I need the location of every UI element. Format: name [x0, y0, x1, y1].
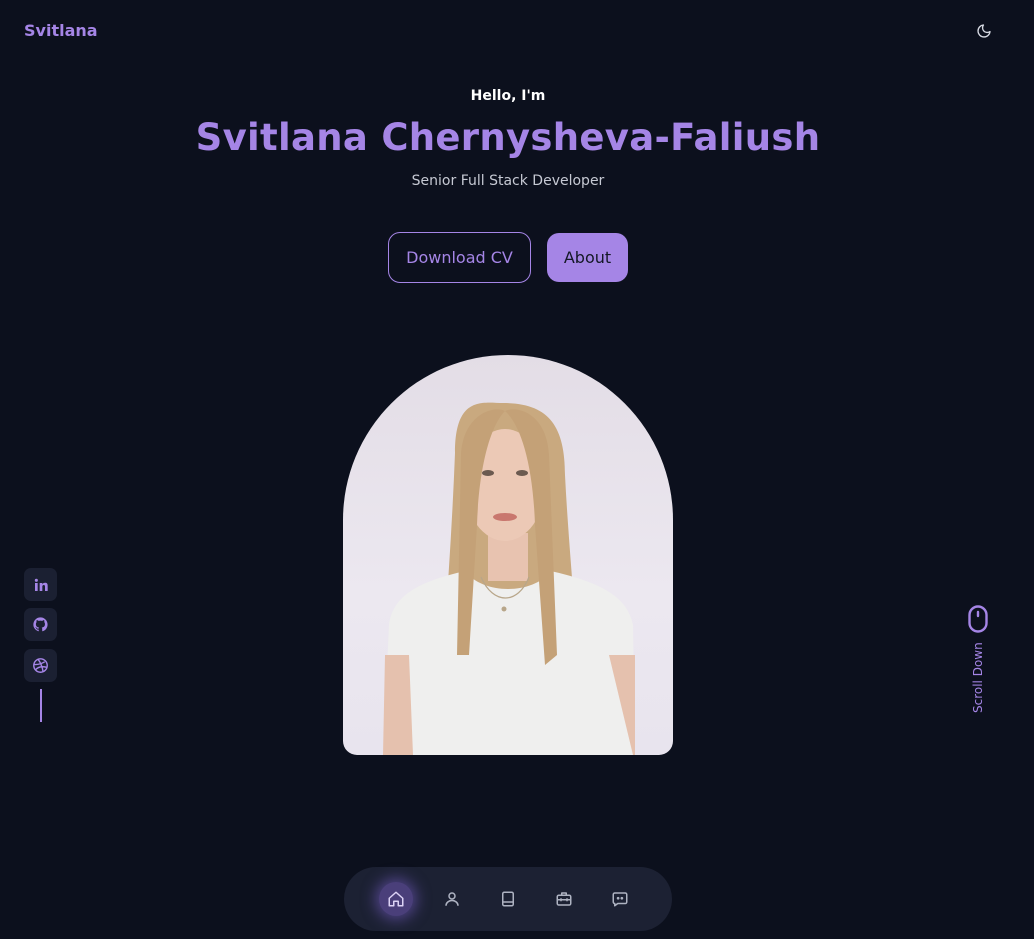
about-button[interactable]: About [547, 233, 628, 282]
hero-name: Svitlana Chernysheva-Faliush [195, 116, 821, 159]
nav-home[interactable] [379, 882, 413, 916]
github-link[interactable] [24, 608, 57, 641]
dribbble-link[interactable] [24, 649, 57, 682]
social-divider [40, 689, 42, 722]
github-icon [33, 617, 48, 632]
scroll-down-label[interactable]: Scroll Down [971, 642, 987, 713]
briefcase-icon [556, 892, 572, 906]
hero-greeting: Hello, I'm [470, 88, 546, 104]
dribbble-icon [33, 658, 48, 673]
theme-toggle-button[interactable] [974, 21, 994, 41]
hero-role: Senior Full Stack Developer [411, 173, 605, 189]
home-icon [388, 891, 404, 907]
book-icon [502, 891, 514, 907]
site-logo[interactable]: Svitlana [24, 21, 98, 40]
nav-about[interactable] [435, 882, 469, 916]
moon-icon [977, 24, 991, 38]
download-cv-button[interactable]: Download CV [388, 232, 531, 283]
scroll-down-button[interactable] [968, 605, 988, 633]
nav-contact[interactable] [603, 882, 637, 916]
profile-photo [343, 355, 673, 755]
linkedin-icon [34, 578, 48, 591]
user-icon [445, 892, 459, 906]
mouse-icon [968, 605, 988, 633]
linkedin-link[interactable] [24, 568, 57, 601]
nav-resume[interactable] [491, 882, 525, 916]
nav-portfolio[interactable] [547, 882, 581, 916]
bottom-nav [344, 867, 672, 931]
message-icon [612, 892, 628, 907]
